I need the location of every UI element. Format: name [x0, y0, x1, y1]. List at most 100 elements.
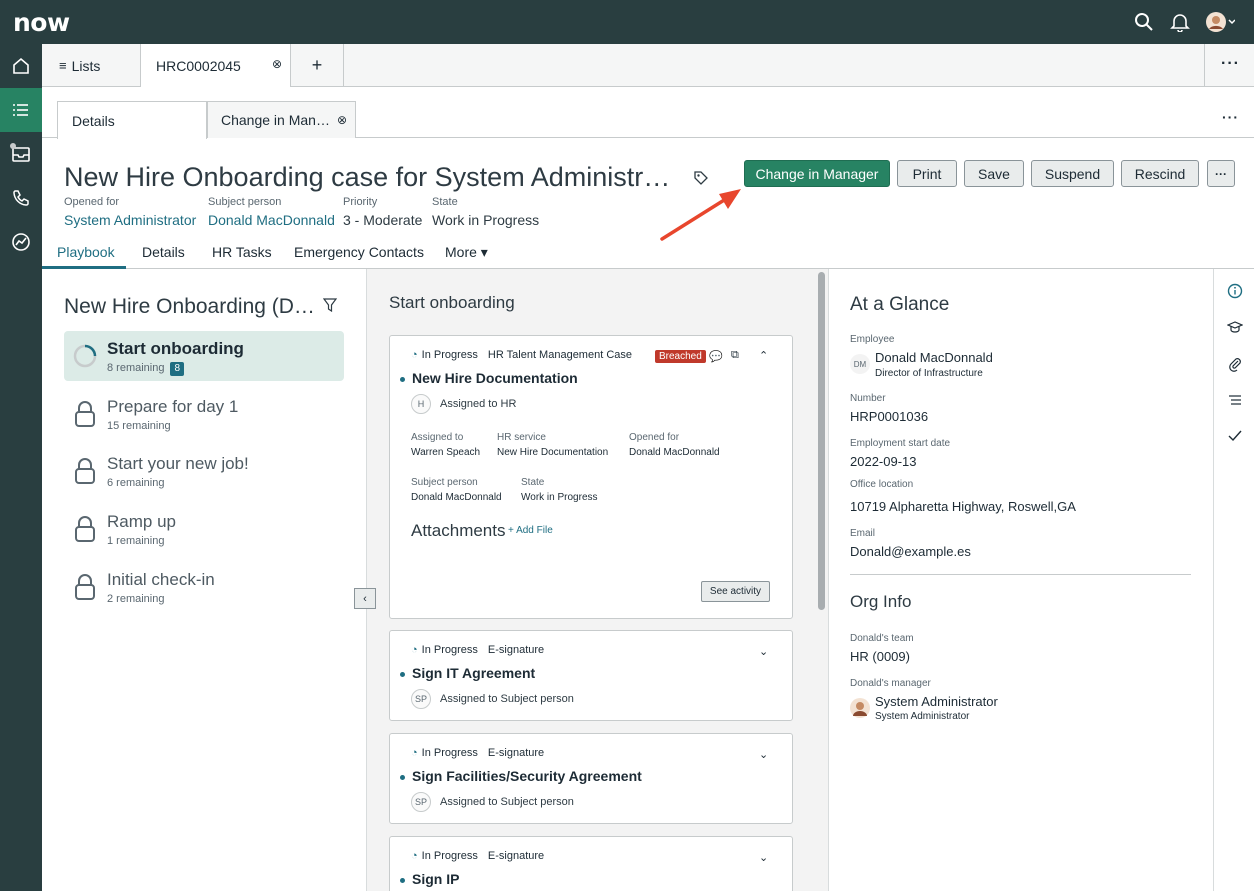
- tab-lists[interactable]: ≡ Lists: [42, 44, 141, 87]
- suspend-button[interactable]: Suspend: [1031, 160, 1114, 187]
- field-state: State Work in Progress: [432, 196, 540, 228]
- comment-icon[interactable]: 💬: [709, 350, 723, 363]
- attachments-heading: Attachments: [411, 521, 506, 540]
- collapse-panel-button[interactable]: ‹: [354, 588, 376, 609]
- tab-more[interactable]: More ▾: [445, 244, 488, 261]
- unread-dot: [400, 671, 405, 677]
- rescind-button[interactable]: Rescind: [1121, 160, 1199, 187]
- unread-dot: [400, 877, 405, 883]
- add-file-link[interactable]: + Add File: [508, 525, 553, 536]
- chevron-down-icon[interactable]: ⌄: [759, 851, 768, 864]
- stage-ramp-up[interactable]: Ramp up 1 remaining: [64, 504, 344, 554]
- assigned-to-link[interactable]: Warren Speach: [411, 447, 480, 458]
- playbook-panel: New Hire Onboarding (D… Start onboarding…: [42, 269, 365, 891]
- list-icon: ≡: [59, 58, 67, 73]
- subtab-details[interactable]: Details: [57, 101, 207, 139]
- activity-card-sign-facilities-agreement[interactable]: ◔ In Progress E-signature ⌄ Sign Facilit…: [389, 733, 793, 824]
- divider: [850, 574, 1191, 575]
- assignee-avatar: H: [411, 394, 431, 414]
- left-nav-rail: [0, 44, 42, 891]
- record-subtab-strip: Details Change in Man… ⊗ ···: [42, 87, 1254, 139]
- list-icon[interactable]: [1226, 391, 1244, 409]
- print-button[interactable]: Print: [897, 160, 957, 187]
- record-title: New Hire Onboarding case for System Admi…: [64, 162, 671, 192]
- in-progress-icon: ◔: [411, 349, 418, 361]
- employee-avatar: DM: [850, 354, 870, 374]
- analytics-icon[interactable]: [0, 220, 42, 264]
- opened-for-link[interactable]: System Administrator: [64, 212, 196, 228]
- subtab-more-button[interactable]: ···: [1222, 109, 1239, 125]
- at-a-glance-title: At a Glance: [850, 294, 950, 315]
- tab-emergency-contacts[interactable]: Emergency Contacts: [294, 244, 424, 260]
- app-root: now ≡ Lists HRC0002045 ⊗ + ··· Details C…: [0, 0, 1254, 891]
- activity-card-sign-ip[interactable]: ◔ In Progress E-signature ⌄ Sign IP: [389, 836, 793, 891]
- search-icon[interactable]: [1132, 10, 1156, 34]
- chevron-up-icon[interactable]: ⌃: [759, 349, 768, 362]
- info-icon[interactable]: [1226, 282, 1244, 300]
- scrollbar-thumb[interactable]: [818, 272, 825, 610]
- subtab-change-in-manager[interactable]: Change in Man… ⊗: [207, 101, 356, 138]
- tab-record[interactable]: HRC0002045 ⊗: [141, 44, 291, 88]
- save-button[interactable]: Save: [964, 160, 1024, 187]
- add-tab-button[interactable]: +: [291, 44, 344, 87]
- lock-icon: [75, 401, 95, 427]
- annotation-arrow: [660, 189, 741, 241]
- change-in-manager-button[interactable]: Change in Manager: [744, 160, 890, 187]
- activities-panel: Start onboarding ◔ In Progress HR Talent…: [366, 269, 814, 891]
- stage-prepare-day-1[interactable]: Prepare for day 1 15 remaining: [64, 389, 344, 439]
- tab-playbook[interactable]: Playbook: [57, 244, 115, 260]
- record-nav-tabs: Playbook Details HR Tasks Emergency Cont…: [42, 238, 1254, 269]
- unread-dot: [400, 774, 405, 780]
- phone-icon[interactable]: [0, 176, 42, 220]
- chevron-down-icon[interactable]: ⌄: [759, 748, 768, 761]
- user-avatar[interactable]: [1205, 11, 1236, 33]
- employee-number: HRP0001036: [850, 409, 929, 424]
- open-external-icon[interactable]: ⧉: [731, 349, 739, 362]
- inbox-icon[interactable]: [0, 132, 42, 176]
- contextual-sidebar: [1213, 269, 1254, 891]
- activity-card-new-hire-documentation[interactable]: ◔ In Progress HR Talent Management Case …: [389, 335, 793, 619]
- employee-title: Director of Infrastructure: [875, 368, 983, 379]
- field-subject-person: Subject person Donald MacDonnald: [208, 196, 335, 228]
- progress-ring-icon: [73, 344, 97, 368]
- filter-icon[interactable]: [322, 298, 338, 317]
- playbook-title: New Hire Onboarding (D…: [64, 295, 315, 318]
- in-progress-icon: ◔: [411, 850, 418, 862]
- paperclip-icon[interactable]: [1226, 355, 1244, 373]
- stage-start-new-job[interactable]: Start your new job! 6 remaining: [64, 446, 344, 496]
- hr-service-link[interactable]: New Hire Documentation: [497, 447, 608, 458]
- team-value: HR (0009): [850, 649, 910, 664]
- check-icon[interactable]: [1226, 427, 1244, 445]
- lock-icon: [75, 574, 95, 600]
- more-actions-button[interactable]: ···: [1207, 160, 1235, 187]
- see-activity-button[interactable]: See activity: [701, 581, 770, 602]
- activity-card-sign-it-agreement[interactable]: ◔ In Progress E-signature ⌄ Sign IT Agre…: [389, 630, 793, 721]
- assignee-avatar: SP: [411, 792, 431, 812]
- tab-details[interactable]: Details: [142, 244, 185, 260]
- close-icon[interactable]: ⊗: [272, 57, 282, 71]
- home-icon[interactable]: [0, 44, 42, 88]
- manager-title: System Administrator: [875, 711, 970, 722]
- stage-initial-check-in[interactable]: Initial check-in 2 remaining: [64, 562, 344, 612]
- email-link[interactable]: Donald@example.es: [850, 544, 971, 559]
- graduation-cap-icon[interactable]: [1226, 318, 1244, 336]
- now-logo[interactable]: now: [13, 8, 70, 37]
- chevron-down-icon[interactable]: ⌄: [759, 645, 768, 658]
- list-icon[interactable]: [0, 88, 42, 132]
- lock-icon: [75, 458, 95, 484]
- close-icon[interactable]: ⊗: [337, 113, 347, 127]
- activities-title: Start onboarding: [389, 293, 515, 312]
- office-location: 10719 Alpharetta Highway, Roswell,GA: [850, 499, 1076, 514]
- opened-for-link[interactable]: Donald MacDonnald: [629, 447, 720, 458]
- top-header: now: [0, 0, 1254, 44]
- employee-name: Donald MacDonnald: [875, 350, 993, 365]
- bell-icon[interactable]: [1168, 10, 1192, 34]
- tab-strip-more[interactable]: ···: [1204, 44, 1254, 87]
- subject-person-link[interactable]: Donald MacDonnald: [208, 212, 335, 228]
- start-date: 2022-09-13: [850, 454, 917, 469]
- field-opened-for: Opened for System Administrator: [64, 196, 197, 228]
- tab-hr-tasks[interactable]: HR Tasks: [212, 244, 272, 260]
- manager-link[interactable]: System Administrator: [875, 694, 998, 709]
- stage-start-onboarding[interactable]: Start onboarding 8 remaining 8: [64, 331, 344, 381]
- subject-person-link[interactable]: Donald MacDonnald: [411, 492, 502, 503]
